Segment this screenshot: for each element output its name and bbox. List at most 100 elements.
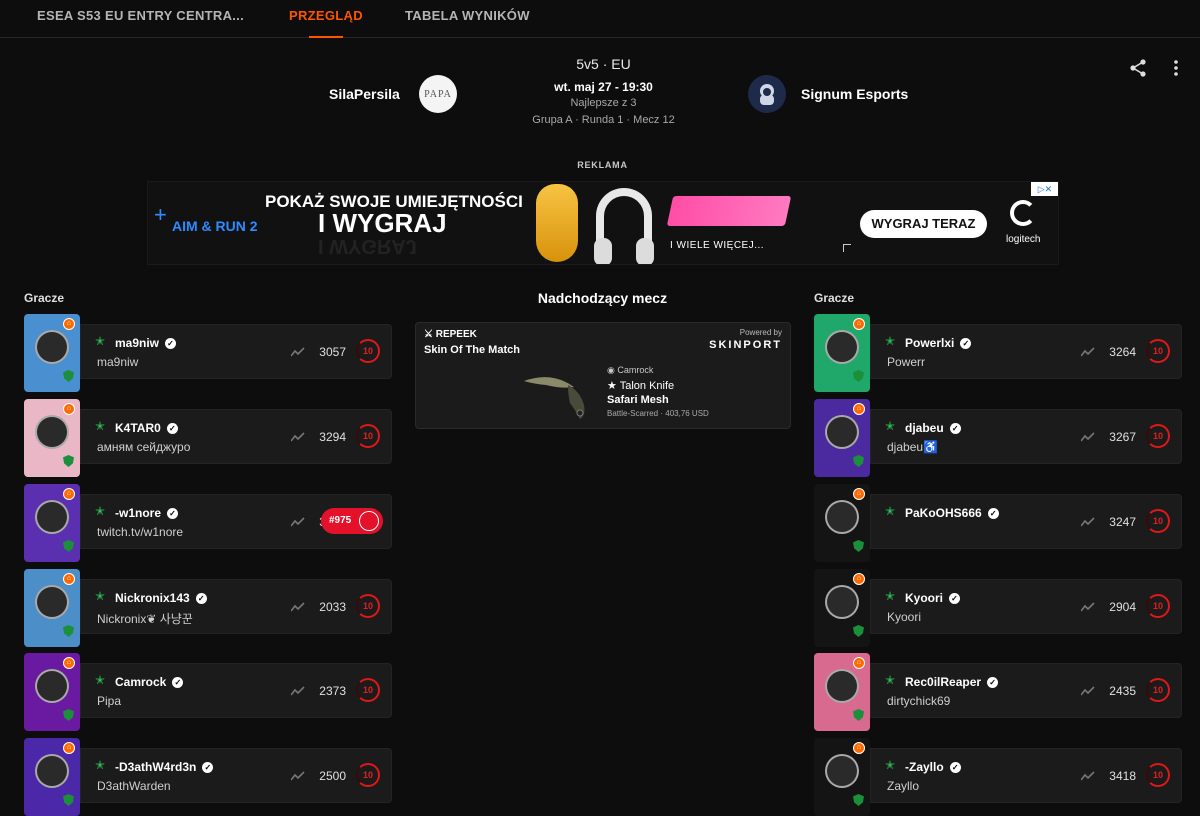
rank-star-icon: ✭ (95, 334, 106, 348)
ad-banner[interactable]: + AIM & RUN 2 POKAŻ SWOJE UMIEJĘTNOŚCI I… (147, 181, 1059, 265)
skill-level-badge: 10 (356, 339, 380, 363)
player-avatar[interactable]: ⌂ (24, 314, 80, 392)
trend-icon (291, 432, 305, 442)
player-card[interactable]: ⌂ ✭ Powerlxi ✓ Powerr 3264 10 (814, 314, 1182, 392)
player-elo: 3264 (1109, 345, 1136, 359)
player-avatar[interactable]: ⌂ (814, 653, 870, 731)
avatar-face (35, 585, 69, 619)
tab-tournament[interactable]: ESEA S53 EU ENTRY CENTRA... (37, 8, 244, 38)
ad-aim-text: AIM & RUN 2 (172, 218, 258, 234)
player-nickname: -D3athW4rd3n ✓ (115, 760, 214, 774)
player-card[interactable]: ⌂ ✭ ma9niw ✓ ma9niw 3057 10 (24, 314, 392, 392)
verified-icon: ✓ (949, 593, 961, 605)
player-subtitle: амням сейджуро (97, 440, 191, 454)
player-elo: 2904 (1109, 600, 1136, 614)
verified-icon: ✓ (195, 593, 207, 605)
shield-icon (63, 794, 74, 806)
player-panel[interactable]: ✭ Powerlxi ✓ Powerr 3264 10 (870, 324, 1182, 379)
player-panel[interactable]: ✭ Kyoori ✓ Kyoori 2904 10 (870, 579, 1182, 634)
player-nickname-text: -w1nore (115, 506, 162, 520)
more-vertical-icon[interactable] (1168, 58, 1184, 78)
shield-icon (63, 370, 74, 382)
player-nickname-text: Powerlxi (905, 336, 955, 350)
player-avatar[interactable]: ⌂ (24, 484, 80, 562)
player-nickname: -Zayllo ✓ (905, 760, 961, 774)
avatar-face (825, 330, 859, 364)
player-nickname-text: K4TAR0 (115, 421, 161, 435)
avatar-face (35, 754, 69, 788)
rank-star-icon: ✭ (885, 334, 896, 348)
match-format: 5v5 · EU (576, 56, 631, 72)
player-card[interactable]: ⌂ ✭ -Zayllo ✓ Zayllo 3418 10 (814, 738, 1182, 816)
match-round-info: Grupa A · Runda 1 · Mecz 12 (532, 114, 675, 126)
player-card[interactable]: ⌂ ✭ Kyoori ✓ Kyoori 2904 10 (814, 569, 1182, 647)
skin-name: Safari Mesh (607, 394, 669, 406)
party-badge-icon: ⌂ (63, 573, 75, 585)
player-nickname: Nickronix143 ✓ (115, 591, 207, 605)
player-avatar[interactable]: ⌂ (814, 569, 870, 647)
player-avatar[interactable]: ⌂ (24, 738, 80, 816)
skin-logo-text: REPEEK (435, 329, 477, 340)
ad-close-icon[interactable]: ▷✕ (1031, 182, 1058, 196)
tab-scoreboard[interactable]: TABELA WYNIKÓW (405, 8, 530, 38)
shield-icon (853, 794, 864, 806)
player-panel[interactable]: ✭ -D3athW4rd3n ✓ D3athWarden 2500 10 (80, 748, 392, 803)
top-nav: ESEA S53 EU ENTRY CENTRA... PRZEGLĄD TAB… (0, 0, 1200, 38)
trend-icon (291, 771, 305, 781)
player-avatar[interactable]: ⌂ (814, 738, 870, 816)
player-card[interactable]: ⌂ ✭ Nickronix143 ✓ Nickronix❦ 사냥꾼 2033 10 (24, 569, 392, 647)
skin-of-match-card[interactable]: ⚔ REPEEK Skin Of The Match Powered by SK… (415, 322, 791, 429)
player-subtitle: ma9niw (97, 355, 139, 369)
player-avatar[interactable]: ⌂ (814, 399, 870, 477)
player-card[interactable]: ⌂ ✭ Camrock ✓ Pipa 2373 10 (24, 653, 392, 731)
player-panel[interactable]: ✭ Camrock ✓ Pipa 2373 10 (80, 663, 392, 718)
player-panel[interactable]: ✭ Nickronix143 ✓ Nickronix❦ 사냥꾼 2033 10 (80, 579, 392, 634)
player-panel[interactable]: ✭ djabeu ✓ djabeu♿ 3267 10 (870, 409, 1182, 464)
player-avatar[interactable]: ⌂ (24, 653, 80, 731)
player-nickname-text: -Zayllo (905, 760, 944, 774)
player-subtitle: D3athWarden (97, 779, 171, 793)
repeek-logo: ⚔ REPEEK (424, 329, 477, 340)
verified-icon: ✓ (960, 338, 972, 350)
player-elo: 3267 (1109, 430, 1136, 444)
player-avatar[interactable]: ⌂ (24, 569, 80, 647)
team-right-logo[interactable] (748, 75, 786, 113)
ad-brand: logitech (1006, 234, 1041, 245)
repeek-icon: ⚔ (424, 329, 436, 340)
skill-level-badge: 10 (356, 763, 380, 787)
player-card[interactable]: ⌂ ✭ Rec0ilReaper ✓ dirtychick69 2435 10 (814, 653, 1182, 731)
player-avatar[interactable]: ⌂ (24, 399, 80, 477)
player-panel[interactable]: ✭ Rec0ilReaper ✓ dirtychick69 2435 10 (870, 663, 1182, 718)
player-avatar[interactable]: ⌂ (814, 314, 870, 392)
player-nickname-text: Nickronix143 (115, 591, 190, 605)
player-panel[interactable]: ✭ PaKoOHS666 ✓ 3247 10 (870, 494, 1182, 549)
player-panel[interactable]: ✭ K4TAR0 ✓ амням сейджуро 3294 10 (80, 409, 392, 464)
player-nickname-text: Kyoori (905, 591, 944, 605)
skinport-logo[interactable]: SKINPORT (709, 339, 782, 351)
ad-cta-button[interactable]: WYGRAJ TERAZ (860, 210, 987, 238)
player-elo: 2435 (1109, 684, 1136, 698)
party-badge-icon: ⌂ (63, 488, 75, 500)
skill-level-badge: 10 (1146, 763, 1170, 787)
player-card[interactable]: ⌂ ✭ K4TAR0 ✓ амням сейджуро 3294 10 (24, 399, 392, 477)
team-left-logo[interactable]: PAPA (419, 75, 457, 113)
tab-overview[interactable]: PRZEGLĄD (289, 8, 363, 38)
hooded-figure-icon (760, 84, 774, 105)
player-card[interactable]: ⌂ ✭ PaKoOHS666 ✓ 3247 10 (814, 484, 1182, 562)
share-icon[interactable] (1128, 58, 1148, 78)
skin-title: Skin Of The Match (424, 344, 520, 356)
party-badge-icon: ⌂ (853, 403, 865, 415)
team-right-name[interactable]: Signum Esports (801, 86, 908, 102)
player-panel[interactable]: ✭ ma9niw ✓ ma9niw 3057 10 (80, 324, 392, 379)
ad-more-text: I WIELE WIĘCEJ... (670, 240, 765, 251)
player-card[interactable]: ⌂ ✭-w1nore✓twitch.tv/w1nore3569#975 (24, 484, 392, 562)
team-left-name[interactable]: SilaPersila (329, 86, 400, 102)
player-avatar[interactable]: ⌂ (814, 484, 870, 562)
player-card[interactable]: ⌂ ✭ djabeu ✓ djabeu♿ 3267 10 (814, 399, 1182, 477)
rank-star-icon: ✭ (885, 589, 896, 603)
player-card[interactable]: ⌂ ✭ -D3athW4rd3n ✓ D3athWarden 2500 10 (24, 738, 392, 816)
trend-icon (1081, 686, 1095, 696)
party-badge-icon: ⌂ (853, 318, 865, 330)
player-panel[interactable]: ✭-w1nore✓twitch.tv/w1nore3569#975 (80, 494, 392, 549)
player-panel[interactable]: ✭ -Zayllo ✓ Zayllo 3418 10 (870, 748, 1182, 803)
